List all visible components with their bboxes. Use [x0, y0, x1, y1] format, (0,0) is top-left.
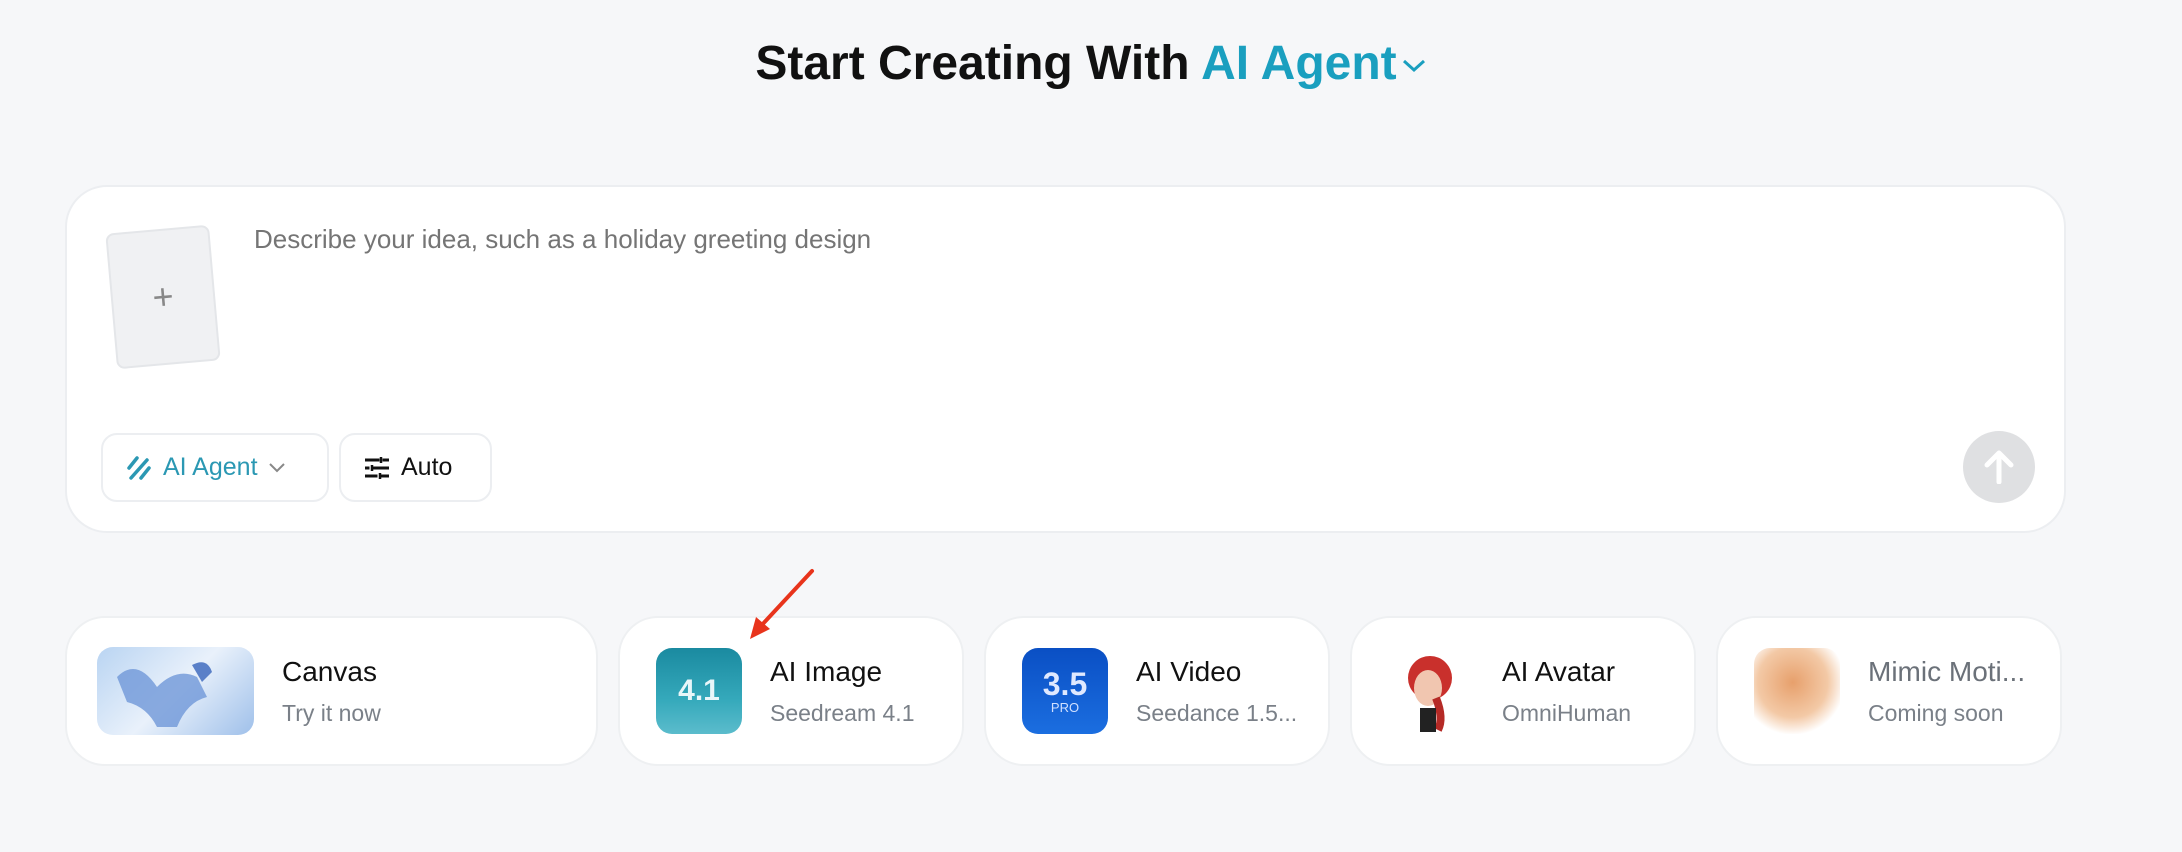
seedream-thumbnail: 4.1	[656, 648, 742, 734]
auto-label: Auto	[401, 453, 453, 481]
version-badge: 4.1	[678, 674, 720, 707]
seedance-thumbnail: 3.5 PRO	[1022, 648, 1108, 734]
prompt-box: + AI Agent Auto	[65, 185, 2066, 533]
title-prefix: Start Creating With	[755, 37, 1190, 90]
prompt-input[interactable]	[252, 223, 1956, 256]
card-mimic-motion[interactable]: Mimic Moti... Coming soon	[1716, 616, 2062, 766]
auto-settings-button[interactable]: Auto	[339, 433, 492, 502]
chevron-down-icon	[268, 462, 285, 472]
agent-logo-icon	[127, 455, 151, 480]
card-subtitle: OmniHuman	[1502, 699, 1632, 726]
card-title: AI Avatar	[1502, 655, 1616, 687]
upload-image-button[interactable]: +	[105, 224, 221, 370]
card-subtitle: Try it now	[282, 699, 381, 726]
version-badge: 3.5	[1042, 665, 1088, 702]
mode-label: AI Agent	[1201, 37, 1397, 90]
card-subtitle: Coming soon	[1868, 699, 2004, 726]
mimic-motion-thumbnail	[1754, 648, 1840, 734]
plus-icon: +	[150, 275, 176, 318]
pro-badge: PRO	[1050, 699, 1080, 715]
ai-agent-label: AI Agent	[163, 453, 258, 481]
send-button[interactable]	[1963, 431, 2035, 503]
card-subtitle: Seedance 1.5...	[1136, 699, 1298, 726]
sliders-icon	[365, 455, 389, 480]
arrow-up-icon	[1984, 450, 2014, 484]
card-ai-avatar[interactable]: AI Avatar OmniHuman	[1350, 616, 1696, 766]
card-title: Canvas	[282, 655, 377, 687]
mode-selector[interactable]: AI Agent	[1201, 37, 1427, 90]
card-title: AI Video	[1136, 655, 1242, 687]
card-subtitle: Seedream 4.1	[770, 699, 915, 726]
card-title: AI Image	[770, 655, 883, 687]
annotation-arrow-icon	[750, 569, 814, 639]
pegasus-thumbnail	[97, 647, 254, 735]
ai-agent-dropdown[interactable]: AI Agent	[101, 433, 329, 502]
card-canvas[interactable]: Canvas Try it now	[65, 616, 598, 766]
card-ai-video[interactable]: 3.5 PRO AI Video Seedance 1.5...	[984, 616, 1330, 766]
page-title: Start Creating With AI Agent	[0, 36, 2182, 91]
card-title: Mimic Moti...	[1868, 655, 2026, 687]
chevron-down-icon	[1402, 60, 1425, 73]
avatar-thumbnail	[1388, 648, 1474, 734]
